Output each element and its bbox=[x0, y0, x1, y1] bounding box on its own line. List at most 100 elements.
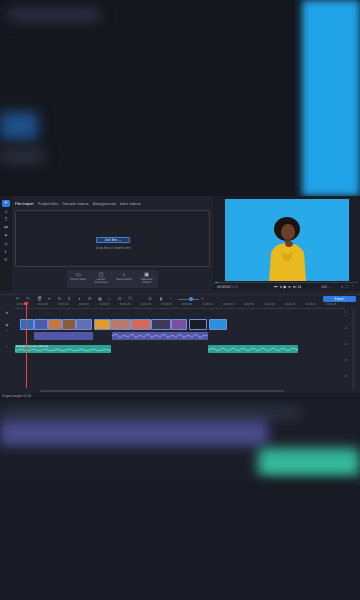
stabilize-icon[interactable]: ⊡ bbox=[118, 296, 122, 302]
tab-intro-videos[interactable]: Intro videos bbox=[120, 200, 141, 207]
color-adjust-icon[interactable]: ◑ bbox=[78, 296, 81, 302]
ruler-tick-label: 00:00:25 bbox=[120, 303, 131, 306]
video-clip[interactable] bbox=[171, 319, 187, 330]
capture-screencast-button[interactable]: ▢ Capture Screencast bbox=[91, 272, 111, 288]
backdrop-left-grey bbox=[0, 148, 44, 164]
ruler-tick-label: 00:01:10 bbox=[305, 303, 316, 306]
cut-icon[interactable]: ✂ bbox=[48, 296, 52, 302]
audio-track-mute-icon[interactable]: ◔ bbox=[2, 345, 12, 349]
ruler-tick-label: 00:00:40 bbox=[182, 303, 193, 306]
video-preview[interactable] bbox=[225, 199, 349, 281]
record-audio-button[interactable]: ♪ Record Audio bbox=[114, 272, 134, 288]
video-clip[interactable] bbox=[20, 319, 34, 330]
tab-backgrounds[interactable]: Backgrounds bbox=[93, 200, 116, 207]
video-track-mute-icon[interactable]: ◔ bbox=[2, 329, 12, 333]
backdrop-bottom-purple bbox=[0, 420, 268, 446]
video-clip[interactable] bbox=[111, 319, 131, 330]
more-tools-icon[interactable]: ≡ bbox=[2, 257, 10, 264]
import-tool-icon[interactable]: + bbox=[2, 200, 10, 207]
backdrop-blue-panel bbox=[302, 0, 360, 196]
video-clip[interactable] bbox=[62, 319, 76, 330]
left-toolbar: + ♫ T ⇄ ✦ ☺ ◐ ≡ bbox=[0, 196, 12, 291]
video-clip[interactable] bbox=[48, 319, 62, 330]
volume-icon[interactable]: ◖ bbox=[341, 284, 343, 289]
ruler-tick-label: 00:01:00 bbox=[264, 303, 275, 306]
player-progress-bar[interactable] bbox=[215, 282, 358, 283]
frame-forward-icon[interactable]: ▸ bbox=[289, 284, 291, 289]
zoom-out-icon[interactable]: − bbox=[170, 296, 172, 302]
time-readout: 00:00:02/3:25 bbox=[217, 285, 238, 289]
snapshot-icon[interactable]: ◘ bbox=[298, 284, 300, 289]
video-audio-waveform[interactable] bbox=[111, 332, 209, 340]
video-clip[interactable] bbox=[151, 319, 171, 330]
export-button[interactable]: Export bbox=[323, 296, 356, 302]
video-audio-waveform[interactable] bbox=[34, 332, 93, 340]
video-track-visibility-icon[interactable]: ◉ bbox=[2, 323, 12, 327]
video-clip[interactable] bbox=[34, 319, 48, 330]
slideshow-wizard-button[interactable]: ▣ Slideshow Wizard bbox=[137, 272, 157, 288]
undo-icon[interactable]: ↶ bbox=[16, 296, 20, 302]
record-video-button[interactable]: ▭ Record Video bbox=[68, 272, 88, 288]
rotate-icon[interactable]: ↻ bbox=[58, 296, 62, 302]
add-files-button[interactable]: Add files ⌄ bbox=[96, 237, 130, 243]
ruler-tick-label: 00:01:05 bbox=[285, 303, 296, 306]
playhead[interactable] bbox=[26, 302, 27, 388]
timeline-horizontal-scrollbar[interactable] bbox=[40, 390, 284, 392]
tab-sample-videos[interactable]: Sample videos bbox=[62, 200, 88, 207]
timeline-zoom-handle[interactable] bbox=[189, 297, 193, 302]
backdrop-title-blur bbox=[8, 8, 100, 22]
mic-icon[interactable]: ⌂ bbox=[108, 296, 111, 302]
transitions-tool-icon[interactable]: ⇄ bbox=[2, 225, 10, 232]
play-icon[interactable]: ▶ bbox=[284, 284, 287, 289]
audio-clip[interactable]: Motivational_Corp_Mid.mp3 bbox=[15, 345, 111, 353]
playhead-handle[interactable] bbox=[24, 302, 28, 305]
more-options-icon[interactable]: ⋮ bbox=[350, 284, 354, 289]
record-video-label: Record Video bbox=[70, 278, 87, 281]
ruler-tick-label: 00:00:30 bbox=[140, 303, 151, 306]
audio-clip[interactable] bbox=[208, 345, 298, 353]
backdrop-bottom-dark bbox=[0, 480, 360, 600]
speed-icon[interactable]: ▮ bbox=[160, 296, 162, 302]
stickers-tool-icon[interactable]: ☺ bbox=[2, 241, 10, 248]
volume-meter-label: -12 bbox=[344, 327, 348, 330]
tab-file-import[interactable]: File import bbox=[15, 200, 34, 207]
tab-project-files[interactable]: Project files bbox=[38, 200, 59, 207]
player-controls: 00:00:02/3:25 ⏮ ◂ ▶ ▸ ⏭ ◘ 16:9 ⌄ ◖ ⛶ ⋮ bbox=[213, 282, 360, 291]
delete-icon[interactable]: 🗑 bbox=[37, 296, 42, 302]
player-progress-fill bbox=[215, 282, 218, 283]
skip-back-icon[interactable]: ⏮ bbox=[274, 284, 278, 289]
video-clip[interactable] bbox=[209, 319, 227, 330]
woman-in-yellow-sweater-image bbox=[225, 199, 349, 281]
timeline-vertical-scrollbar[interactable] bbox=[352, 310, 355, 390]
zoom-in-icon[interactable]: + bbox=[201, 296, 203, 302]
effects-tool-icon[interactable]: ◐ bbox=[2, 249, 10, 256]
video-clip[interactable] bbox=[189, 319, 207, 330]
project-length: Project length: 03:30 bbox=[2, 394, 32, 398]
music-tool-icon[interactable]: ♫ bbox=[2, 209, 10, 216]
add-track-icon[interactable]: ⊕ bbox=[2, 311, 12, 315]
video-clip[interactable] bbox=[76, 319, 92, 330]
chevron-down-icon: ⌄ bbox=[118, 238, 122, 242]
highlight-icon[interactable]: ▦ bbox=[98, 296, 102, 302]
titles-tool-icon[interactable]: T bbox=[2, 217, 10, 224]
current-time: 00:00:02 bbox=[217, 285, 231, 289]
volume-meter-label: -48 bbox=[344, 375, 348, 378]
filters-tool-icon[interactable]: ✦ bbox=[2, 233, 10, 240]
capture-screencast-label: Capture Screencast bbox=[94, 278, 108, 284]
copy-icon[interactable]: ❐ bbox=[128, 296, 132, 302]
timeline-toolbar: ↶ ↷ 🗑 ✂ ↻ ⌗ ◑ ☰ ▦ ⌂ ⊡ ❐ ⦿ ▮ − + Export bbox=[0, 294, 360, 302]
transport-controls: ⏮ ◂ ▶ ▸ ⏭ ◘ bbox=[274, 284, 301, 289]
clip-properties-icon[interactable]: ☰ bbox=[88, 296, 92, 302]
aspect-ratio-select[interactable]: 16:9 ⌄ bbox=[321, 285, 331, 289]
frame-back-icon[interactable]: ◂ bbox=[280, 284, 282, 289]
video-clip[interactable] bbox=[131, 319, 151, 330]
video-clip[interactable] bbox=[94, 319, 111, 330]
drop-hint: Drag files or folders here bbox=[96, 246, 131, 250]
crop-icon[interactable]: ⌗ bbox=[68, 296, 70, 302]
aspect-ratio-value: 16:9 bbox=[321, 285, 328, 289]
volume-meter-label: 0 bbox=[344, 311, 346, 314]
microphone-icon[interactable]: ⦿ bbox=[148, 296, 152, 302]
file-drop-zone[interactable]: Add files ⌄ Drag files or folders here bbox=[15, 210, 210, 267]
fullscreen-icon[interactable]: ⛶ bbox=[345, 284, 348, 289]
skip-forward-icon[interactable]: ⏭ bbox=[293, 284, 297, 289]
